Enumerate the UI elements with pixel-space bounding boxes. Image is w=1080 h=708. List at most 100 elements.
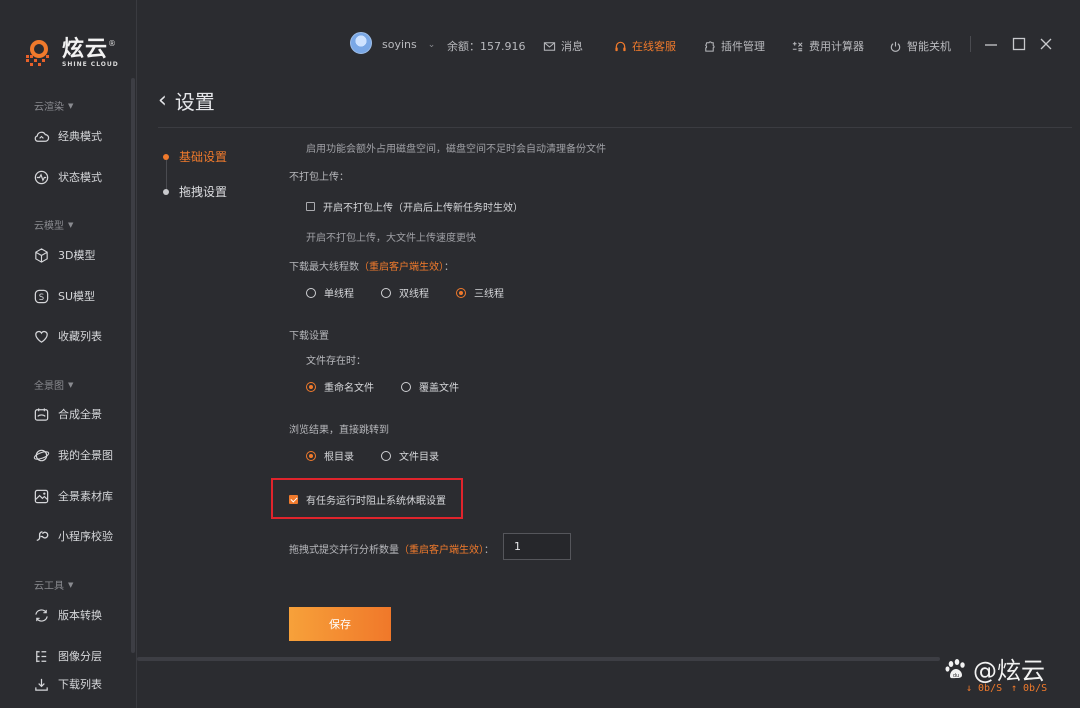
sidebar-item-label: 收藏列表: [58, 330, 102, 343]
threads-title-text: 下载最大线程数: [289, 262, 359, 273]
horizontal-scrollbar[interactable]: [137, 657, 940, 661]
svg-text:du: du: [953, 673, 959, 679]
sidebar-item-compose-panorama[interactable]: 合成全景: [33, 404, 102, 424]
parallel-colon: ：: [484, 545, 494, 556]
browse-root[interactable]: 根目录: [306, 448, 354, 463]
image-library-icon: [34, 489, 49, 503]
username: soyins: [382, 38, 417, 51]
sidebar-item-favorites[interactable]: 收藏列表: [33, 326, 102, 346]
browse-title: 浏览结果，直接跳转到: [289, 425, 389, 436]
caret-down-icon: ▼: [68, 101, 74, 110]
plugin-manager-button[interactable]: 插件管理: [703, 38, 765, 54]
sidebar-item-3d-model[interactable]: 3D模型: [33, 245, 95, 265]
sidebar-item-label: 下载列表: [58, 678, 102, 691]
sidebar-group-cloud-render[interactable]: 云渲染 ▼: [34, 98, 74, 114]
file-exists-option-label: 重命名文件: [324, 383, 374, 394]
sidebar-item-download-list[interactable]: 下载列表: [33, 674, 102, 694]
sidebar-item-label: 经典模式: [58, 130, 102, 143]
online-support-label: 在线客服: [632, 40, 676, 53]
chevron-down-icon: ⌄: [427, 39, 436, 50]
thread-option-double[interactable]: 双线程: [381, 285, 429, 300]
sidebar-item-my-panorama[interactable]: 我的全景图: [33, 445, 113, 465]
smart-shutdown-button[interactable]: 智能关机: [889, 38, 951, 54]
convert-icon: [35, 608, 48, 622]
settings-nav-label: 基础设置: [179, 150, 228, 164]
close-button[interactable]: [1038, 36, 1054, 52]
cube-icon: [35, 247, 48, 263]
logo-mark-icon: [22, 36, 56, 70]
miniprogram-icon: [36, 530, 49, 541]
settings-nav-drag[interactable]: 拖拽设置: [163, 183, 227, 200]
parallel-title-text: 拖拽式提交并行分析数量: [289, 545, 399, 556]
download-icon: [35, 678, 48, 691]
smart-shutdown-label: 智能关机: [907, 40, 951, 53]
power-icon: [890, 41, 901, 52]
paw-icon: du: [945, 658, 965, 679]
balance-label: 余额：157.916: [447, 40, 526, 53]
sidebar-item-label: 3D模型: [58, 249, 96, 262]
sidebar-item-label: 全景素材库: [58, 490, 113, 503]
download-settings-title: 下载设置: [289, 331, 329, 342]
radio-selected-icon: [306, 381, 316, 392]
file-exists-overwrite[interactable]: 覆盖文件: [401, 379, 459, 394]
thread-option-single[interactable]: 单线程: [306, 285, 354, 300]
sidebar-item-status-mode[interactable]: 状态模式: [33, 167, 102, 187]
prevent-sleep-checkbox[interactable]: 有任务运行时阻止系统休眠设置: [289, 492, 446, 507]
sidebar-item-image-layers[interactable]: 图像分层: [33, 646, 102, 666]
browse-file-dir[interactable]: 文件目录: [381, 448, 439, 463]
sidebar-item-label: 我的全景图: [58, 449, 113, 462]
globe-icon: [33, 449, 50, 461]
messages-button[interactable]: 消息: [543, 38, 583, 54]
calculator-icon: [792, 41, 803, 51]
radio-icon: [381, 450, 391, 461]
user-menu[interactable]: soyins ⌄: [382, 38, 435, 51]
sidebar-group-cloud-model[interactable]: 云模型 ▼: [34, 217, 73, 233]
logo: 炫云 SHINE CLOUD: [22, 36, 119, 70]
file-exists-title: 文件存在时：: [306, 356, 366, 367]
threads-warn: （重启客户端生效）: [359, 262, 444, 273]
thread-option-label: 三线程: [474, 289, 504, 300]
nav-dot-icon: [163, 188, 169, 195]
sidebar-group-panorama[interactable]: 全景图 ▼: [34, 377, 73, 393]
threads-colon: ：: [444, 262, 454, 273]
sidebar-item-label: 小程序校验: [58, 530, 113, 543]
file-exists-rename[interactable]: 重命名文件: [306, 379, 374, 394]
sidebar-item-label: 版本转换: [58, 609, 102, 622]
maximize-icon: [1012, 37, 1026, 51]
sidebar-scrollbar[interactable]: [131, 78, 135, 653]
avatar[interactable]: [350, 32, 372, 54]
cost-calculator-label: 费用计算器: [809, 40, 864, 53]
registered-mark: ®: [108, 39, 116, 48]
backup-hint: 启用功能会额外占用磁盘空间，磁盘空间不足时会自动清理备份文件: [306, 144, 606, 155]
radio-icon: [306, 287, 316, 298]
chevron-left-icon: ‹: [158, 87, 167, 113]
sidebar-group-label: 云渲染: [34, 102, 64, 113]
watermark: du @炫云: [943, 651, 1045, 686]
sidebar-item-panorama-library[interactable]: 全景素材库: [33, 486, 113, 506]
minimize-icon: [985, 44, 997, 46]
parallel-title: 拖拽式提交并行分析数量（重启客户端生效）：: [289, 541, 494, 556]
sidebar-group-cloud-tools[interactable]: 云工具 ▼: [34, 577, 73, 593]
sidebar-item-classic-mode[interactable]: 经典模式: [33, 126, 102, 146]
back-button[interactable]: ‹ 设置: [158, 86, 215, 115]
sidebar-item-miniprogram-check[interactable]: 小程序校验: [33, 526, 113, 546]
thread-option-triple[interactable]: 三线程: [456, 285, 504, 300]
minimize-button[interactable]: [983, 36, 999, 52]
no-pack-option-label: 开启不打包上传（开启后上传新任务时生效）: [323, 203, 523, 214]
upload-speed: ↑ 0b/S: [1011, 683, 1048, 694]
no-pack-hint: 开启不打包上传，大文件上传速度更快: [306, 233, 476, 244]
maximize-button[interactable]: [1011, 36, 1027, 52]
sidebar-item-version-convert[interactable]: 版本转换: [33, 605, 102, 625]
cost-calculator-button[interactable]: 费用计算器: [791, 38, 864, 54]
save-button[interactable]: 保存: [289, 607, 391, 641]
mail-icon: [543, 41, 556, 51]
sidebar-group-label: 云模型: [34, 221, 64, 232]
no-pack-checkbox[interactable]: 开启不打包上传（开启后上传新任务时生效）: [306, 199, 523, 214]
headset-icon: [615, 41, 626, 51]
sidebar-item-su-model[interactable]: S SU模型: [33, 286, 95, 306]
parallel-count-input[interactable]: 1: [503, 533, 571, 560]
page-title: 设置: [174, 90, 215, 114]
settings-nav-basic[interactable]: 基础设置: [163, 148, 227, 165]
online-support-button[interactable]: 在线客服: [614, 38, 676, 54]
heart-icon: [35, 330, 48, 343]
